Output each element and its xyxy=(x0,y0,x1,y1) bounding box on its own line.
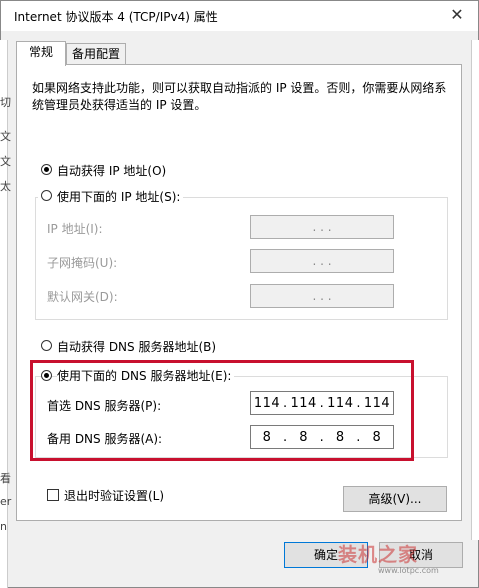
background-text: 切 xyxy=(0,96,11,109)
watermark-url: www.lotpc.com xyxy=(378,566,439,575)
validate-label[interactable]: 退出时验证设置(L) xyxy=(64,487,164,504)
background-text: 文 xyxy=(0,155,11,168)
background-text: er xyxy=(0,495,12,508)
validate-checkbox[interactable] xyxy=(47,489,59,501)
ip-address-field: . . . xyxy=(250,215,394,239)
background-text: n xyxy=(0,520,7,533)
manual-ip-label[interactable]: 使用下面的 IP 地址(S): xyxy=(57,188,180,205)
watermark-logo: 装机之家 xyxy=(338,544,419,566)
ip-address-label: IP 地址(I): xyxy=(47,222,103,236)
tab-general[interactable]: 常规 xyxy=(16,41,66,66)
advanced-button[interactable]: 高级(V)... xyxy=(343,486,447,512)
manual-ip-radio[interactable] xyxy=(41,190,52,201)
tab-alternate-config[interactable]: 备用配置 xyxy=(66,43,126,65)
auto-dns-label[interactable]: 自动获得 DNS 服务器地址(B) xyxy=(57,338,216,355)
background-text: 看 xyxy=(0,472,11,485)
dialog-title: Internet 协议版本 4 (TCP/IPv4) 属性 xyxy=(14,10,218,24)
intro-text: 如果网络支持此功能，则可以获取自动指派的 IP 设置。否则，你需要从网络系统管理… xyxy=(32,81,447,112)
dns-highlight-frame xyxy=(30,360,414,461)
auto-ip-radio[interactable] xyxy=(41,164,52,175)
default-gateway-field: . . . xyxy=(250,284,394,308)
subnet-mask-label: 子网掩码(U): xyxy=(47,256,118,270)
default-gateway-label: 默认网关(D): xyxy=(47,290,118,304)
subnet-mask-field: . . . xyxy=(250,249,394,273)
background-text: 文 xyxy=(0,130,11,143)
auto-dns-radio[interactable] xyxy=(41,340,52,351)
background-window-strip xyxy=(471,40,479,540)
background-text: 太 xyxy=(0,180,11,193)
auto-ip-label[interactable]: 自动获得 IP 地址(O) xyxy=(57,162,166,179)
close-icon[interactable]: ✕ xyxy=(440,3,474,27)
